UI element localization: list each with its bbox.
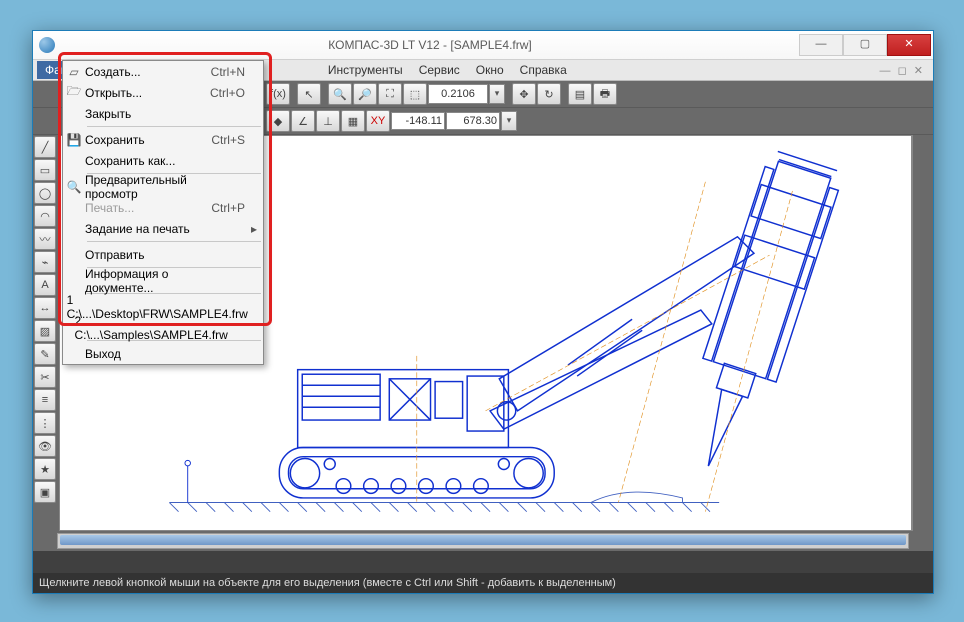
window-controls: — ▢ ✕ xyxy=(799,32,933,58)
params-tool-icon[interactable]: ★ xyxy=(34,458,56,480)
coord-xy-icon[interactable]: XY xyxy=(366,110,390,132)
redraw-icon[interactable]: ↻ xyxy=(537,83,561,105)
snap-endpoint-icon[interactable]: ◆ xyxy=(266,110,290,132)
horizontal-scrollbar[interactable] xyxy=(57,533,909,549)
hatch-tool-icon[interactable]: ▨ xyxy=(34,320,56,342)
menu-window[interactable]: Окно xyxy=(468,61,512,79)
edit-tool-icon[interactable]: ✎ xyxy=(34,343,56,365)
layers-icon[interactable]: ▤ xyxy=(568,83,592,105)
status-text: Щелкните левой кнопкой мыши на объекте д… xyxy=(39,577,616,589)
menu-new[interactable]: ▱ Создать... Ctrl+N xyxy=(63,61,263,82)
menu-help[interactable]: Справка xyxy=(512,61,575,79)
scrollbar-thumb[interactable] xyxy=(60,535,906,545)
close-button[interactable]: ✕ xyxy=(887,34,931,56)
property-panel xyxy=(33,551,933,573)
zoom-in-icon[interactable]: 🔍 xyxy=(328,83,352,105)
right-scrollbar[interactable] xyxy=(912,135,933,531)
menu-doc-info[interactable]: Информация о документе... xyxy=(63,270,263,291)
menu-save[interactable]: 💾 Сохранить Ctrl+S xyxy=(63,129,263,150)
open-icon: 🗁 xyxy=(63,84,85,102)
zoom-out-icon[interactable]: 🔎 xyxy=(353,83,377,105)
app-icon xyxy=(39,37,55,53)
file-menu-dropdown: ▱ Создать... Ctrl+N 🗁 Открыть... Ctrl+O … xyxy=(62,60,264,365)
zoom-dropdown[interactable]: ▾ xyxy=(489,84,505,104)
snap-angle-icon[interactable]: ∠ xyxy=(291,110,315,132)
menu-print: Печать... Ctrl+P xyxy=(63,197,263,218)
circle-tool-icon[interactable]: ◯ xyxy=(34,182,56,204)
statusbar: Щелкните левой кнопкой мыши на объекте д… xyxy=(33,573,933,593)
zoom-window-icon[interactable]: ⬚ xyxy=(403,83,427,105)
window-title: КОМПАС-3D LT V12 - [SAMPLE4.frw] xyxy=(61,38,799,52)
trim-tool-icon[interactable]: ✂ xyxy=(34,366,56,388)
arc-tool-icon[interactable]: ◠ xyxy=(34,205,56,227)
maximize-button[interactable]: ▢ xyxy=(843,34,887,56)
formula-button[interactable]: f(x) xyxy=(266,83,290,105)
coord-dropdown[interactable]: ▾ xyxy=(501,111,517,131)
zoom-fit-icon[interactable]: ⛶ xyxy=(378,83,402,105)
menu-close[interactable]: Закрыть xyxy=(63,103,263,124)
menu-print-task[interactable]: Задание на печать ▸ xyxy=(63,218,263,239)
menu-open[interactable]: 🗁 Открыть... Ctrl+O xyxy=(63,82,263,103)
coord-y-input[interactable] xyxy=(446,112,500,130)
dimension-tool-icon[interactable]: ↔ xyxy=(34,297,56,319)
save-icon: 💾 xyxy=(63,131,85,149)
aux-tool-icon[interactable]: ⋮ xyxy=(34,412,56,434)
spline-tool-icon[interactable]: 〰 xyxy=(34,228,56,250)
measure-tool-icon[interactable]: ≡ xyxy=(34,389,56,411)
menu-preview[interactable]: 🔍 Предварительный просмотр xyxy=(63,176,263,197)
view-tool-icon[interactable]: 👁 xyxy=(34,435,56,457)
new-icon: ▱ xyxy=(63,63,85,81)
submenu-arrow-icon: ▸ xyxy=(251,222,263,236)
menu-service[interactable]: Сервис xyxy=(411,61,468,79)
menu-save-as[interactable]: Сохранить как... xyxy=(63,150,263,171)
menu-tools[interactable]: Инструменты xyxy=(320,61,411,79)
snap-perp-icon[interactable]: ⊥ xyxy=(316,110,340,132)
preview-icon: 🔍 xyxy=(63,178,85,196)
coord-x-input[interactable] xyxy=(391,112,445,130)
polyline-tool-icon[interactable]: ⌁ xyxy=(34,251,56,273)
pan-icon[interactable]: ✥ xyxy=(512,83,536,105)
mdi-controls[interactable]: — ◻ ✕ xyxy=(880,64,929,77)
text-tool-icon[interactable]: A xyxy=(34,274,56,296)
rect-tool-icon[interactable]: ▭ xyxy=(34,159,56,181)
menu-exit[interactable]: Выход xyxy=(63,343,263,364)
library-tool-icon[interactable]: ▣ xyxy=(34,481,56,503)
minimize-button[interactable]: — xyxy=(799,34,843,56)
snap-grid-icon[interactable]: ▦ xyxy=(341,110,365,132)
left-toolbox: ╱ ▭ ◯ ◠ 〰 ⌁ A ↔ ▨ ✎ ✂ ≡ ⋮ 👁 ★ ▣ xyxy=(33,135,59,531)
zoom-input[interactable] xyxy=(428,84,488,104)
menu-send[interactable]: Отправить xyxy=(63,244,263,265)
line-tool-icon[interactable]: ╱ xyxy=(34,136,56,158)
cursor-tool[interactable]: ↖ xyxy=(297,83,321,105)
print-icon[interactable]: 🖶 xyxy=(593,83,617,105)
titlebar: КОМПАС-3D LT V12 - [SAMPLE4.frw] — ▢ ✕ xyxy=(33,31,933,60)
